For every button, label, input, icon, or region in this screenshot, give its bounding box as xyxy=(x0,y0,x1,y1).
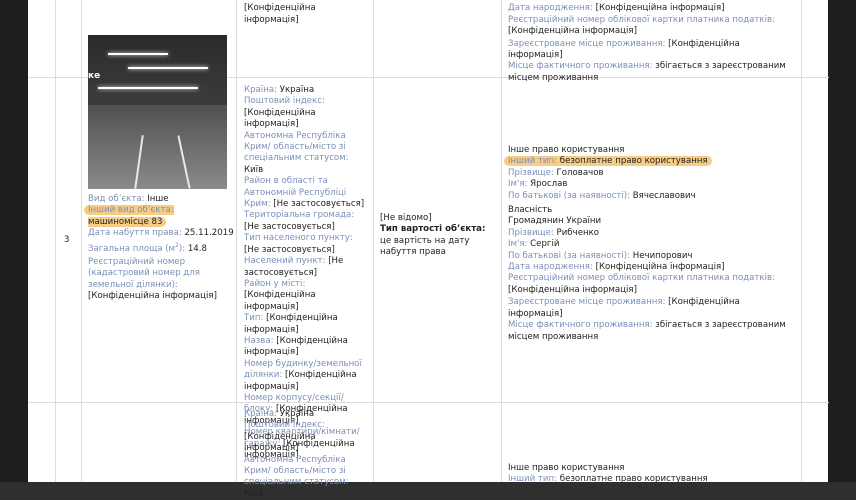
top-tax-number: Реєстраційний номер облікової картки пла… xyxy=(508,14,775,37)
address-settlement-type: Тип населеного пункту: [Не застосовуєтьс… xyxy=(244,233,353,255)
address-postcode: Поштовий індекс: [Конфіденційна інформац… xyxy=(244,96,325,130)
top-address-value: [Конфіденційна інформація] xyxy=(244,3,316,25)
row4-address-country: Країна: Україна xyxy=(244,409,315,419)
cadastral-label: Реєстраційний номер (кадастровий номер д… xyxy=(88,256,200,290)
top-actual-residence: Місце фактичного проживання: збігається … xyxy=(508,61,786,83)
object-other-type: Інший вид об’єкта: машиномісце 83 xyxy=(84,205,234,228)
highlight: Інший вид об’єкта: машиномісце 83 xyxy=(84,205,174,227)
row4-rights-cell: Інше право користування Інший тип: безоп… xyxy=(508,463,796,486)
value-type: Тип вартості об’єкта: це вартість на дат… xyxy=(380,224,486,258)
right2-name: Ім'я: Сергій xyxy=(508,239,560,250)
row4-address-postcode: Поштовий індекс: [Конфіденційна інформац… xyxy=(244,420,325,454)
left-dark-margin xyxy=(0,0,28,482)
total-area: Загальна площа (м2): 14.8 xyxy=(88,241,207,254)
address-region: Автономна Республіка Крим/ область/місто… xyxy=(244,130,349,175)
table-border xyxy=(373,0,374,482)
address-country: Країна: Україна xyxy=(244,85,315,95)
address-city-district: Район у місті: [Конфіденційна інформація… xyxy=(244,278,316,312)
top-registered-residence: Зареєстроване місце проживання: [Конфіде… xyxy=(508,38,740,61)
highlight: Інший тип: безоплатне право користування xyxy=(504,156,712,167)
object-type: Вид об’єкта: Інше xyxy=(88,194,169,204)
right1-patronymic: По батькові (за наявності): Вячеславович xyxy=(508,190,696,201)
row4-right1-other-type: Інший тип: безоплатне право користування xyxy=(508,474,708,485)
address-district: Район в області та Автономній Республіці… xyxy=(244,176,365,210)
address-street-name: Назва: [Конфіденційна інформація] xyxy=(244,335,348,358)
address-settlement: Населений пункт: [Не застосовується] xyxy=(244,256,344,278)
right2-surname: Прізвище: Рибченко xyxy=(508,227,600,238)
cadastral-value: [Конфіденційна інформація] xyxy=(88,291,217,302)
address-community: Територіальна громада: [Не застосовуєтьс… xyxy=(244,210,355,232)
right1-surname: Прізвище: Головачов xyxy=(508,167,604,178)
row4-address-cell: Країна: Україна Поштовий індекс: [Конфід… xyxy=(244,409,370,500)
rights-cell: Інше право користування Інший тип: безоп… xyxy=(504,145,796,343)
right2-actual-residence: Місце фактичного проживання: збігається … xyxy=(508,320,786,342)
right1-name: Ім'я: Ярослав xyxy=(508,179,568,190)
right1-title: Інше право користування xyxy=(508,145,625,155)
address-cell: Країна: Україна Поштовий індекс: [Конфід… xyxy=(244,85,370,461)
table-border xyxy=(801,0,802,482)
table-border xyxy=(501,0,502,482)
row4-right1-title: Інше право користування xyxy=(508,463,625,473)
value-unknown: [Не відомо] xyxy=(380,213,432,223)
top-rights-cell: … Дата народження: [Конфіденційна інформ… xyxy=(508,0,796,84)
right-dark-margin xyxy=(828,0,856,482)
table-border xyxy=(81,0,82,482)
top-address-cell: … [Конфіденційна інформація] xyxy=(244,0,369,26)
top-dob: Дата народження: [Конфіденційна інформац… xyxy=(508,3,725,14)
table-border xyxy=(55,0,56,482)
right2-title: Власність xyxy=(508,205,553,216)
row4-address-region: Автономна Республіка Крим/ область/місто… xyxy=(244,454,349,499)
photo-caption: ке xyxy=(88,71,101,81)
object-info-cell: Вид об’єкта: Інше Інший вид об’єкта: маш… xyxy=(84,194,234,303)
address-building: Номер будинку/земельної ділянки: [Конфід… xyxy=(244,358,362,392)
value-cell: [Не відомо] Тип вартості об’єкта: це вар… xyxy=(380,213,498,259)
address-street-type: Тип: [Конфіденційна інформація] xyxy=(244,313,338,335)
table-border xyxy=(236,0,237,482)
right2-citizen: Громадянин України xyxy=(508,216,602,227)
row-divider xyxy=(28,402,829,403)
right1-other-type: Інший тип: безоплатне право користування xyxy=(504,156,796,167)
right2-patronymic: По батькові (за наявності): Нечипорович xyxy=(508,250,693,261)
object-photo[interactable]: ке xyxy=(88,35,227,189)
acquisition-date: Дата набуття права: 25.11.2019 xyxy=(88,228,234,239)
right2-dob: Дата народження: [Конфіденційна інформац… xyxy=(508,262,725,273)
right2-registered-residence: Зареєстроване місце проживання: [Конфіде… xyxy=(508,297,740,319)
row-number: 3 xyxy=(64,235,70,245)
right2-tax-number: Реєстраційний номер облікової картки пла… xyxy=(508,273,775,295)
